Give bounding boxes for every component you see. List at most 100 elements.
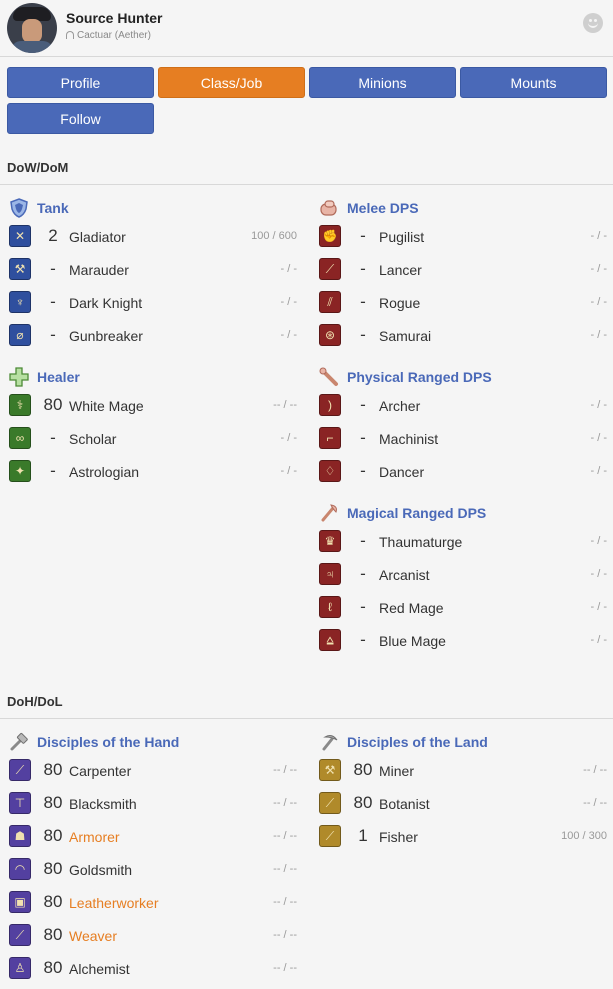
job-row-dark-knight[interactable]: ♆ - Dark Knight - / - (9, 291, 297, 315)
avatar[interactable] (7, 3, 57, 53)
job-row-armorer[interactable]: ☗ 80 Armorer -- / -- (9, 825, 297, 849)
job-row-gladiator[interactable]: ✕ 2 Gladiator 100 / 600 (9, 225, 297, 249)
tab-minions[interactable]: Minions (309, 67, 456, 98)
job-row-gunbreaker[interactable]: ⌀ - Gunbreaker - / - (9, 324, 297, 348)
daggers-icon: ⫽ (319, 291, 341, 313)
job-exp: -- / -- (273, 830, 297, 842)
emote-icon[interactable] (583, 13, 603, 33)
role-header-tank: Tank (9, 198, 299, 218)
job-name: Arcanist (379, 567, 430, 583)
job-exp: - / - (590, 399, 608, 411)
job-row-astrologian[interactable]: ✦ - Astrologian - / - (9, 460, 297, 484)
job-name: Blue Mage (379, 633, 446, 649)
job-name: Gladiator (69, 229, 126, 245)
job-row-botanist[interactable]: ⟋ 80 Botanist -- / -- (319, 792, 607, 816)
job-name: Marauder (69, 262, 129, 278)
tab-class-job[interactable]: Class/Job (158, 67, 305, 98)
job-row-pugilist[interactable]: ✊ - Pugilist - / - (319, 225, 607, 249)
job-name: Weaver (69, 928, 117, 944)
job-exp: - / - (590, 296, 608, 308)
samurai-icon: ⊛ (319, 324, 341, 346)
job-level: - (50, 461, 56, 480)
job-name: White Mage (69, 398, 144, 414)
job-exp: - / - (280, 465, 298, 477)
job-row-weaver[interactable]: ⟋ 80 Weaver -- / -- (9, 924, 297, 948)
job-row-white-mage[interactable]: ⚕ 80 White Mage -- / -- (9, 394, 297, 418)
job-exp: -- / -- (273, 764, 297, 776)
job-level: - (360, 292, 366, 311)
role-label: Physical Ranged DPS (347, 369, 492, 385)
scholar-icon: ∞ (9, 427, 31, 449)
job-name: Dancer (379, 464, 425, 480)
job-level: 80 (43, 859, 63, 878)
job-row-samurai[interactable]: ⊛ - Samurai - / - (319, 324, 607, 348)
job-row-leatherworker[interactable]: ▣ 80 Leatherworker -- / -- (9, 891, 297, 915)
job-name: Astrologian (69, 464, 140, 480)
job-name: Blacksmith (69, 796, 137, 812)
job-name: Archer (379, 398, 421, 414)
healer-cross-icon (9, 367, 29, 387)
role-header-healer: Healer (9, 367, 299, 387)
needle-icon: ⟋ (9, 924, 31, 946)
job-level: 80 (43, 793, 63, 812)
anvil-icon: ⊤ (9, 792, 31, 814)
job-level: - (360, 630, 366, 649)
leather-icon: ▣ (9, 891, 31, 913)
arrow-role-icon (319, 367, 338, 386)
job-row-machinist[interactable]: ⌐ - Machinist - / - (319, 427, 607, 451)
job-row-arcanist[interactable]: ♃ - Arcanist - / - (319, 563, 607, 587)
role-header-disciples-of-the-hand: Disciples of the Hand (9, 732, 299, 752)
job-row-marauder[interactable]: ⚒ - Marauder - / - (9, 258, 297, 282)
job-name: Goldsmith (69, 862, 133, 878)
job-name: Pugilist (379, 229, 425, 245)
role-label: Melee DPS (347, 200, 419, 216)
job-level: - (360, 259, 366, 278)
job-row-goldsmith[interactable]: ◠ 80 Goldsmith -- / -- (9, 858, 297, 882)
coat-shape (11, 41, 53, 53)
job-level: - (50, 325, 56, 344)
job-row-scholar[interactable]: ∞ - Scholar - / - (9, 427, 297, 451)
job-row-blacksmith[interactable]: ⊤ 80 Blacksmith -- / -- (9, 792, 297, 816)
blue-mage-icon: ⩠ (319, 629, 341, 651)
job-name: Machinist (379, 431, 439, 447)
thaumaturge-icon: ♛ (319, 530, 341, 552)
job-row-alchemist[interactable]: ♙ 80 Alchemist -- / -- (9, 957, 297, 981)
job-row-fisher[interactable]: ⟋ 1 Fisher 100 / 300 (319, 825, 607, 849)
job-exp: - / - (280, 329, 298, 341)
character-name[interactable]: Source Hunter (66, 10, 162, 26)
tab-follow[interactable]: Follow (7, 103, 154, 134)
job-name: Gunbreaker (69, 328, 143, 344)
tab-mounts[interactable]: Mounts (460, 67, 607, 98)
job-row-blue-mage[interactable]: ⩠ - Blue Mage - / - (319, 629, 607, 653)
job-row-dancer[interactable]: ♢ - Dancer - / - (319, 460, 607, 484)
job-level: - (50, 259, 56, 278)
job-exp: -- / -- (273, 929, 297, 941)
white-mage-icon: ⚕ (9, 394, 31, 416)
job-exp: - / - (590, 568, 608, 580)
job-row-lancer[interactable]: ⟋ - Lancer - / - (319, 258, 607, 282)
job-exp: -- / -- (273, 863, 297, 875)
job-exp: 100 / 300 (561, 830, 607, 842)
job-level: 80 (353, 793, 373, 812)
job-row-thaumaturge[interactable]: ♛ - Thaumaturge - / - (319, 530, 607, 554)
helmet-icon: ☗ (9, 825, 31, 847)
job-row-carpenter[interactable]: ⟋ 80 Carpenter -- / -- (9, 759, 297, 783)
job-row-miner[interactable]: ⚒ 80 Miner -- / -- (319, 759, 607, 783)
tab-profile[interactable]: Profile (7, 67, 154, 98)
job-name: Thaumaturge (379, 534, 463, 550)
job-exp: - / - (590, 329, 608, 341)
flask-icon: ♙ (9, 957, 31, 979)
job-row-red-mage[interactable]: ℓ - Red Mage - / - (319, 596, 607, 620)
role-header-disciples-of-the-land: Disciples of the Land (319, 732, 609, 752)
job-row-archer[interactable]: ) - Archer - / - (319, 394, 607, 418)
job-level: - (360, 531, 366, 550)
gunblade-icon: ⌀ (9, 324, 31, 346)
job-level: 2 (48, 226, 58, 245)
server-icon (66, 31, 74, 39)
job-exp: - / - (280, 296, 298, 308)
job-name: Alchemist (69, 961, 130, 977)
arcanist-icon: ♃ (319, 563, 341, 585)
job-level: - (360, 597, 366, 616)
job-row-rogue[interactable]: ⫽ - Rogue - / - (319, 291, 607, 315)
job-exp: - / - (590, 263, 608, 275)
